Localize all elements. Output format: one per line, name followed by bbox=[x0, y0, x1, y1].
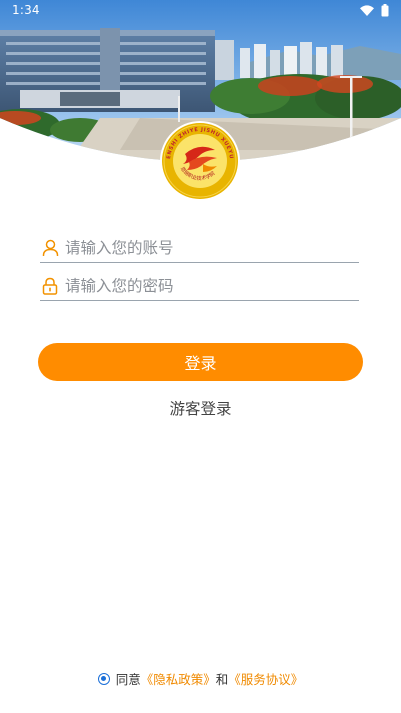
password-field[interactable] bbox=[40, 271, 359, 301]
wifi-icon bbox=[360, 5, 374, 16]
status-time: 1:34 bbox=[12, 3, 40, 17]
guest-login-button[interactable]: 游客登录 bbox=[0, 397, 401, 419]
status-icons bbox=[360, 4, 389, 17]
account-input[interactable] bbox=[65, 234, 359, 261]
user-icon bbox=[41, 239, 59, 257]
lock-icon bbox=[41, 277, 59, 295]
agree-radio-dot bbox=[101, 676, 107, 681]
battery-icon bbox=[381, 4, 389, 17]
school-emblem: ENSHI ZHIYE JISHU XUEYUAN 恩施职业技术学院 bbox=[157, 116, 240, 201]
privacy-policy-link[interactable]: 《隐私政策》 bbox=[141, 669, 216, 688]
password-input[interactable] bbox=[65, 272, 359, 299]
school-logo: ENSHI ZHIYE JISHU XUEYUAN 恩施职业技术学院 bbox=[157, 116, 241, 202]
agree-conjunction: 和 bbox=[215, 672, 229, 687]
agreement-row: 同意 《隐私政策》 和 《服务协议》 bbox=[0, 669, 401, 688]
service-agreement-link[interactable]: 《服务协议》 bbox=[228, 669, 303, 688]
login-button[interactable]: 登录 bbox=[38, 343, 363, 381]
account-field[interactable] bbox=[40, 233, 359, 263]
agree-radio[interactable] bbox=[97, 672, 110, 685]
status-bar: 1:34 bbox=[0, 0, 401, 22]
agree-prefix: 同意 bbox=[115, 672, 141, 687]
